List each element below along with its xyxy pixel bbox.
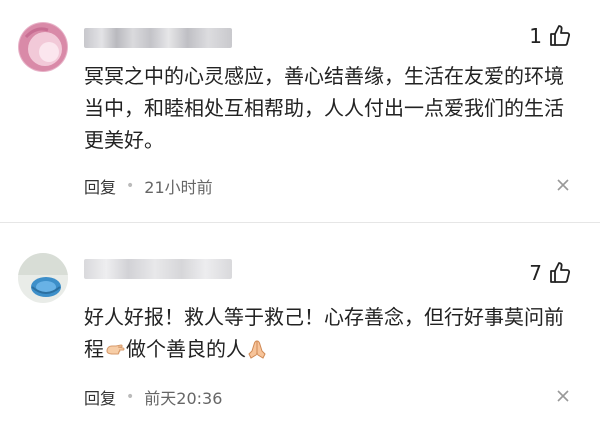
reply-button[interactable]: 回复 xyxy=(84,385,116,409)
like-button[interactable]: 1 xyxy=(529,24,572,48)
comment-meta: 回复 • 前天20:36 xyxy=(84,385,222,409)
close-icon[interactable] xyxy=(556,388,570,407)
username[interactable] xyxy=(84,28,232,48)
separator-dot: • xyxy=(126,389,135,405)
comment-text-part: 做个善良的人 xyxy=(126,337,246,361)
like-count: 7 xyxy=(529,261,542,285)
avatar[interactable] xyxy=(18,253,68,303)
reply-button[interactable]: 回复 xyxy=(84,174,116,198)
comment-meta: 回复 • 21小时前 xyxy=(84,174,213,198)
comment-item: 7 好人好报！救人等于救己！心存善念，但行好事莫问前程 做个善良的人 回复 • 前… xyxy=(0,222,600,437)
comment-item: 1 冥冥之中的心灵感应，善心结善缘，生活在友爱的环境当中，和睦相处互相帮助，人人… xyxy=(0,0,600,222)
avatar[interactable] xyxy=(18,22,68,72)
thumbs-up-icon xyxy=(550,25,571,46)
thumbs-up-icon xyxy=(550,262,571,283)
timestamp: 21小时前 xyxy=(144,178,213,197)
close-icon[interactable] xyxy=(556,177,570,196)
like-button[interactable]: 7 xyxy=(529,261,572,285)
like-count: 1 xyxy=(529,24,542,48)
comment-text: 好人好报！救人等于救己！心存善念，但行好事莫问前程 做个善良的人 xyxy=(84,301,574,369)
separator-dot: • xyxy=(126,178,135,194)
timestamp: 前天20:36 xyxy=(144,389,223,408)
comment-text: 冥冥之中的心灵感应，善心结善缘，生活在友爱的环境当中，和睦相处互相帮助，人人付出… xyxy=(84,64,564,152)
pointing-hand-emoji xyxy=(104,337,126,369)
praying-hands-emoji xyxy=(246,337,268,369)
username[interactable] xyxy=(84,259,232,279)
